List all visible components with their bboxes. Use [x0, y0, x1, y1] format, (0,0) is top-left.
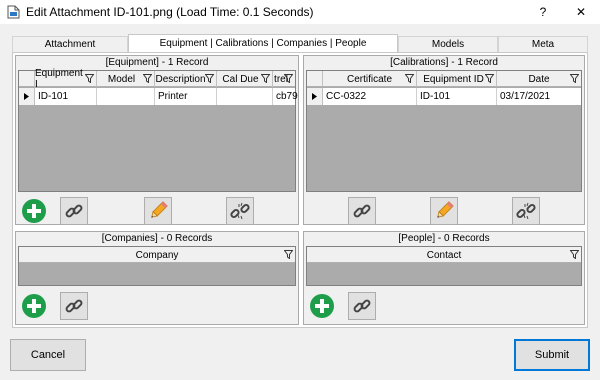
row-selector[interactable]: [19, 88, 35, 105]
cancel-button[interactable]: Cancel: [10, 339, 86, 371]
filter-icon[interactable]: [405, 74, 414, 83]
cell-equipment-id[interactable]: ID-101: [35, 88, 97, 105]
row-header-corner: [19, 71, 35, 87]
pencil-icon: [437, 201, 454, 218]
table-row[interactable]: ID-101 Printer cb79: [19, 88, 298, 105]
tab-meta[interactable]: Meta: [498, 36, 588, 52]
window-title: Edit Attachment ID-101.png (Load Time: 0…: [26, 5, 314, 19]
calibrations-panel: [Calibrations] - 1 Record Certificate Eq…: [303, 55, 585, 225]
equipment-grid[interactable]: Equipment I Model Description Cal Due tr…: [18, 68, 298, 192]
tab-attachment[interactable]: Attachment: [12, 36, 128, 52]
document-icon: [7, 5, 20, 19]
cell-trel[interactable]: cb79: [273, 88, 298, 105]
add-company-button[interactable]: [20, 292, 48, 320]
edit-calibration-button[interactable]: [430, 197, 458, 225]
cell-model[interactable]: [97, 88, 155, 105]
tab-equipment-calibrations-companies-people[interactable]: Equipment | Calibrations | Companies | P…: [128, 34, 398, 52]
filter-icon[interactable]: [284, 250, 293, 259]
link-icon: [65, 299, 83, 313]
close-button[interactable]: ✕: [562, 0, 600, 24]
link-icon: [353, 299, 371, 313]
link-company-button[interactable]: [60, 292, 88, 320]
equipment-panel: [Equipment] - 1 Record Equipment I Model…: [15, 55, 299, 225]
column-header-company[interactable]: Company: [19, 247, 295, 263]
help-button[interactable]: ?: [524, 0, 562, 24]
column-header-certificate[interactable]: Certificate: [323, 71, 417, 87]
row-header-corner: [307, 71, 323, 87]
filter-icon[interactable]: [570, 74, 579, 83]
companies-panel-title: [Companies] - 0 Records: [101, 233, 213, 244]
column-header-equipment-id[interactable]: Equipment I: [35, 68, 97, 90]
unlink-equipment-button[interactable]: [226, 197, 254, 225]
unlink-icon: [516, 202, 536, 220]
title-bar: Edit Attachment ID-101.png (Load Time: 0…: [0, 0, 600, 24]
calibrations-panel-title: [Calibrations] - 1 Record: [390, 57, 498, 68]
filter-icon[interactable]: [143, 74, 152, 83]
link-icon: [65, 204, 83, 218]
cell-description[interactable]: Printer: [155, 88, 217, 105]
people-panel-title: [People] - 0 Records: [398, 233, 490, 244]
cell-certificate[interactable]: CC-0322: [323, 88, 417, 105]
pencil-icon: [151, 201, 168, 218]
edit-equipment-button[interactable]: [144, 197, 172, 225]
submit-button[interactable]: Submit: [514, 339, 590, 371]
column-header-date[interactable]: Date: [497, 71, 581, 87]
row-selector[interactable]: [307, 88, 323, 105]
people-grid[interactable]: Contact: [306, 246, 582, 286]
add-icon: [22, 294, 46, 318]
column-header-description[interactable]: Description: [155, 71, 217, 87]
column-header-trel[interactable]: trel: [273, 71, 295, 87]
row-pointer-icon: [312, 93, 317, 100]
tab-strip: Attachment Equipment | Calibrations | Co…: [12, 34, 588, 52]
filter-icon[interactable]: [485, 74, 494, 83]
column-header-equipment-id[interactable]: Equipment ID: [417, 71, 497, 87]
cell-date[interactable]: 03/17/2021: [497, 88, 581, 105]
unlink-calibration-button[interactable]: [512, 197, 540, 225]
cell-equipment-id[interactable]: ID-101: [417, 88, 497, 105]
link-person-button[interactable]: [348, 292, 376, 320]
filter-icon[interactable]: [261, 74, 270, 83]
link-calibration-button[interactable]: [348, 197, 376, 225]
row-pointer-icon: [24, 93, 29, 100]
filter-icon[interactable]: [570, 250, 579, 259]
companies-panel: [Companies] - 0 Records Company: [15, 231, 299, 325]
people-panel: [People] - 0 Records Contact: [303, 231, 585, 325]
unlink-icon: [230, 202, 250, 220]
add-icon: [22, 199, 46, 223]
add-equipment-button[interactable]: [20, 197, 48, 225]
tab-content: [Equipment] - 1 Record Equipment I Model…: [12, 52, 588, 328]
add-person-button[interactable]: [308, 292, 336, 320]
calibrations-grid[interactable]: Certificate Equipment ID Date CC-0322 ID…: [306, 70, 582, 192]
link-icon: [353, 204, 371, 218]
tab-models[interactable]: Models: [398, 36, 498, 52]
table-row[interactable]: CC-0322 ID-101 03/17/2021: [307, 88, 581, 105]
companies-grid[interactable]: Company: [18, 246, 296, 286]
column-header-contact[interactable]: Contact: [307, 247, 581, 263]
cell-cal-due[interactable]: [217, 88, 273, 105]
filter-icon[interactable]: [284, 74, 293, 83]
column-header-cal-due[interactable]: Cal Due: [217, 71, 273, 87]
filter-icon[interactable]: [205, 74, 214, 83]
link-equipment-button[interactable]: [60, 197, 88, 225]
filter-icon[interactable]: [85, 74, 94, 83]
equipment-panel-title: [Equipment] - 1 Record: [105, 57, 209, 68]
add-icon: [310, 294, 334, 318]
column-header-model[interactable]: Model: [97, 71, 155, 87]
